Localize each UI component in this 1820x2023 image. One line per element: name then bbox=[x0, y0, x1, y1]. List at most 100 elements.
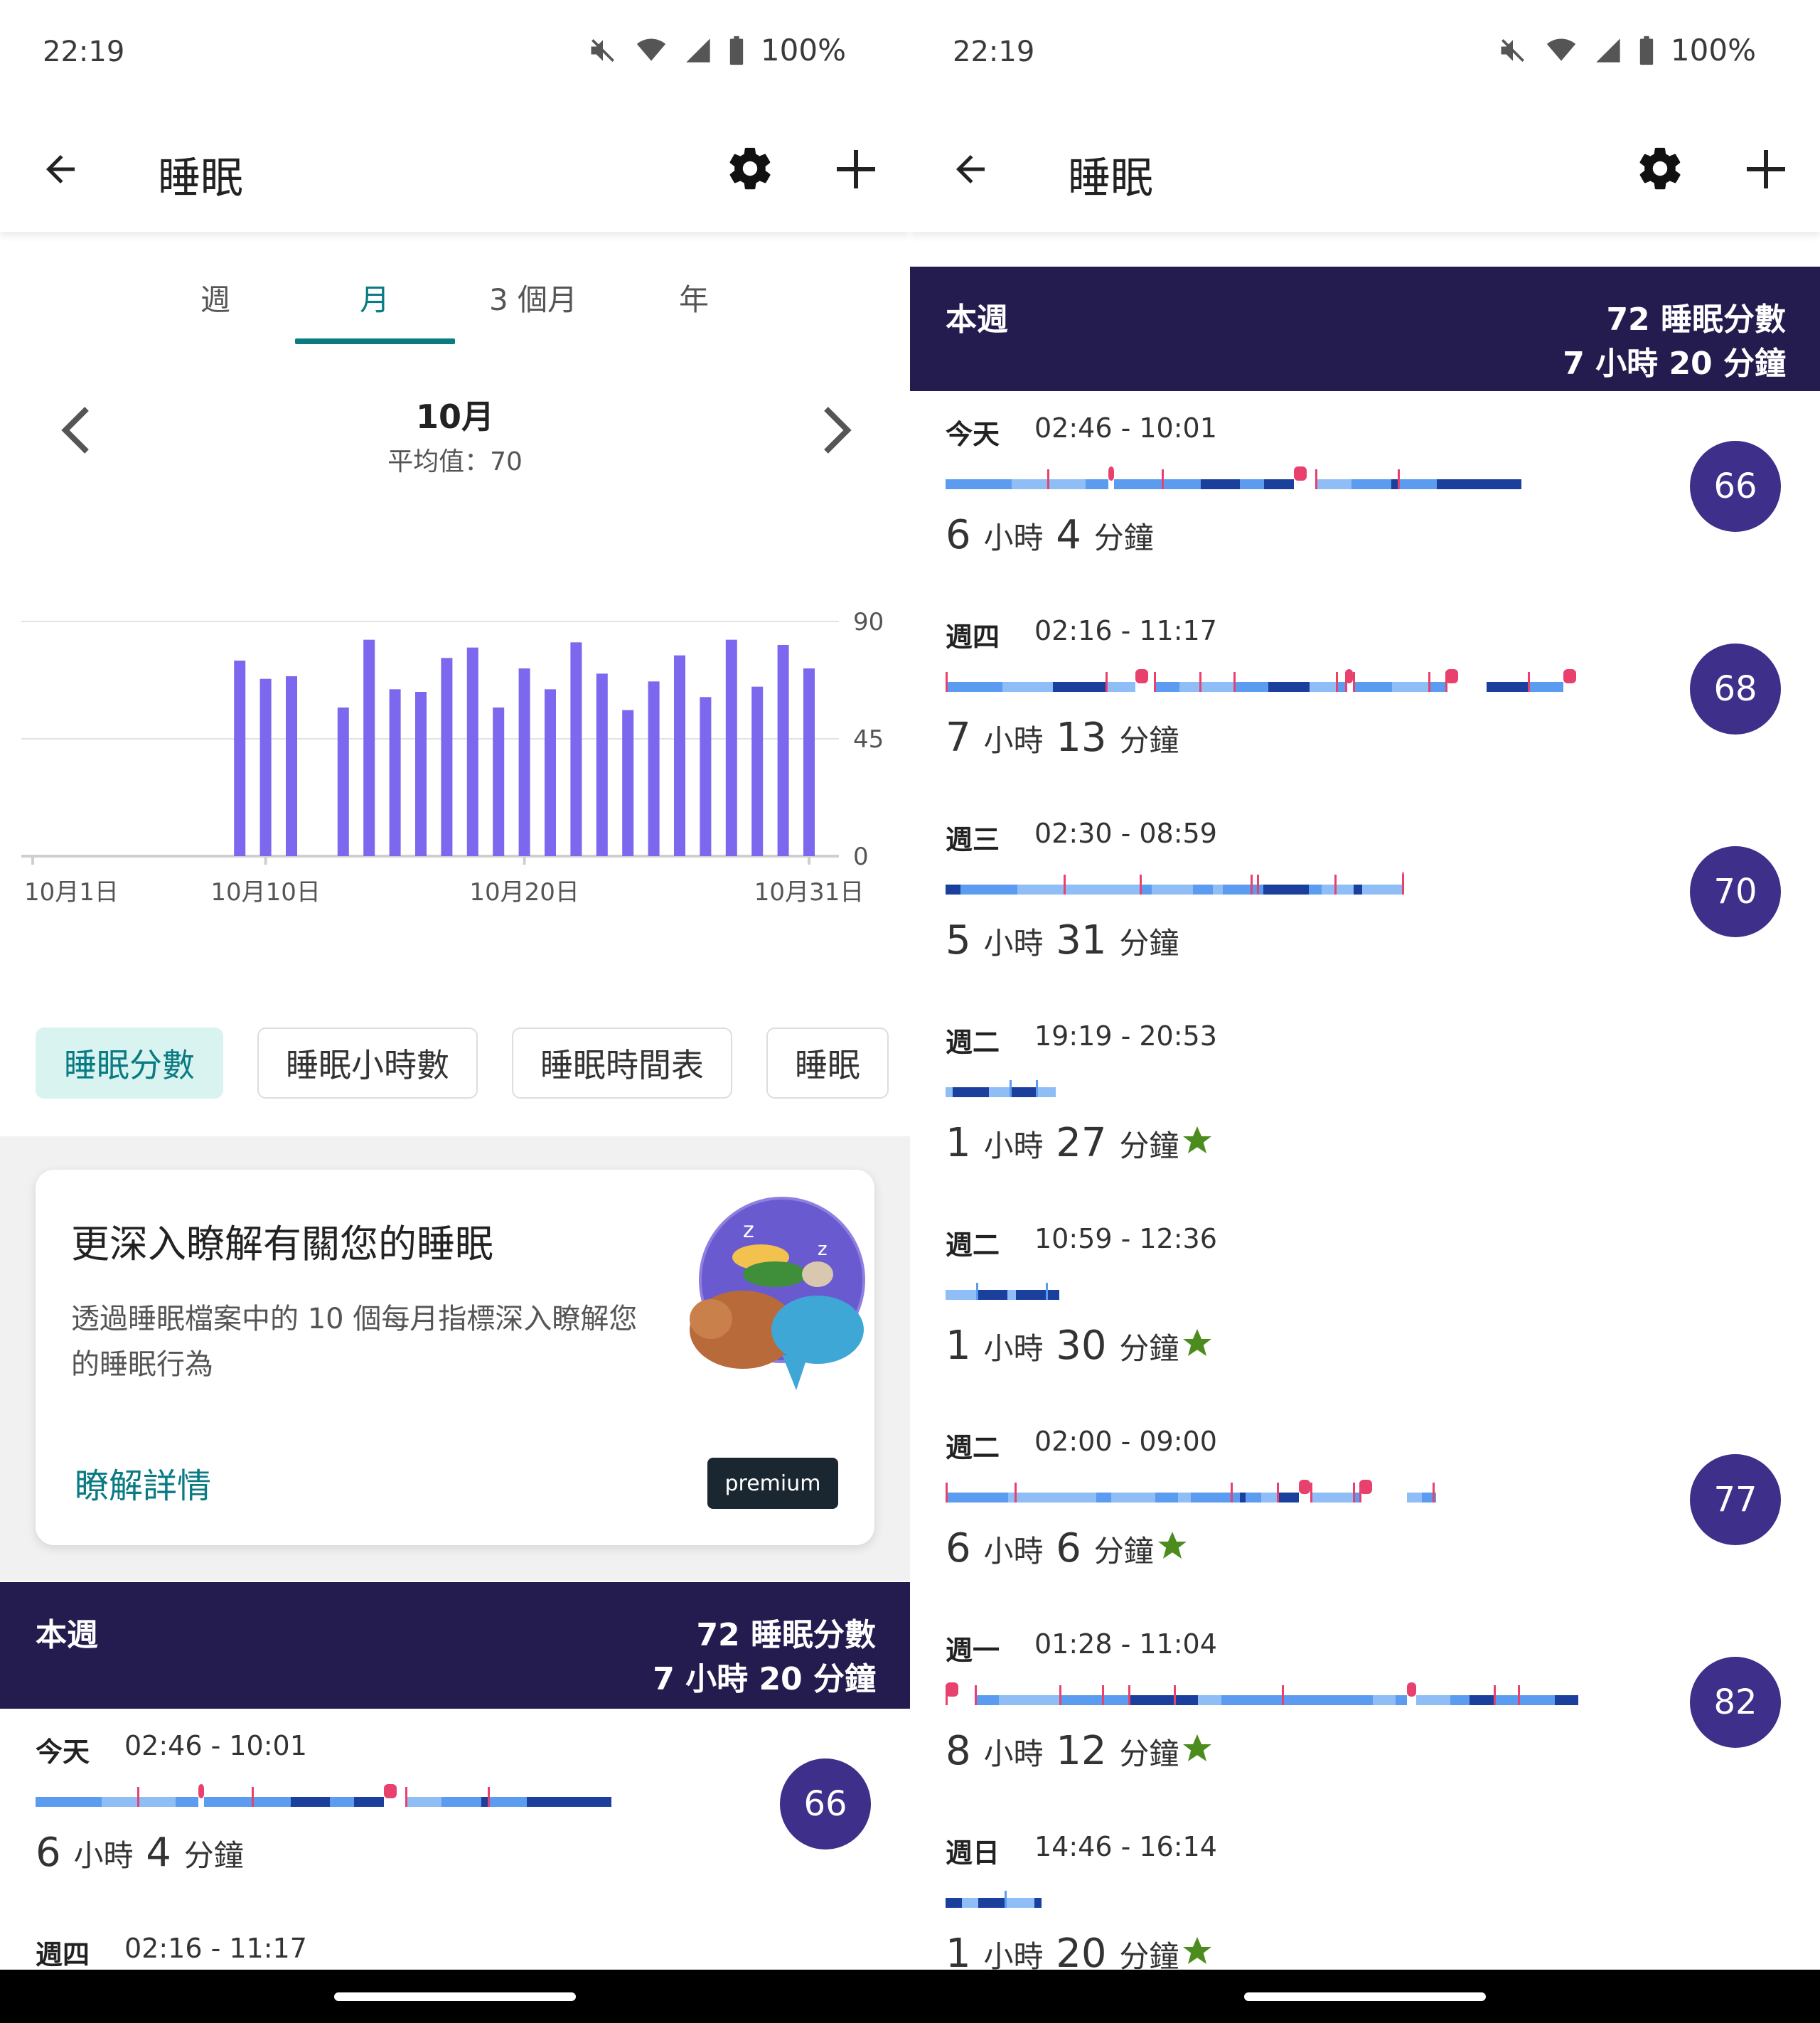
rem-sleep-segment bbox=[946, 1290, 976, 1300]
rem-sleep-segment bbox=[1213, 885, 1223, 895]
home-gesture-pill[interactable] bbox=[334, 1992, 576, 2001]
system-nav-bar bbox=[0, 1970, 1820, 2023]
chart-bar[interactable] bbox=[441, 658, 453, 856]
deep-sleep-segment bbox=[1268, 682, 1310, 692]
light-sleep-segment bbox=[1238, 1695, 1263, 1705]
sleep-entry[interactable]: 週四 02:16 - 11:17 7 小時 13 分鐘 68 bbox=[910, 594, 1820, 799]
active-tab-indicator bbox=[295, 338, 455, 344]
entry-time-range: 19:19 - 20:53 bbox=[1034, 1020, 1217, 1052]
cell-signal-icon bbox=[1596, 38, 1620, 63]
stage-tick bbox=[1059, 1685, 1061, 1705]
chevron-right-icon[interactable] bbox=[819, 405, 855, 455]
light-sleep-segment bbox=[1428, 682, 1445, 692]
gear-icon[interactable] bbox=[1635, 144, 1685, 193]
stage-tick bbox=[1334, 875, 1337, 895]
sleeping-animals-illustration: z z bbox=[690, 1197, 865, 1390]
chip-sleep-schedule[interactable]: 睡眠時間表 bbox=[512, 1027, 732, 1099]
light-sleep-segment bbox=[1102, 1695, 1128, 1705]
chart-bar[interactable] bbox=[415, 692, 427, 856]
rem-sleep-segment bbox=[1315, 479, 1351, 489]
stage-tick bbox=[1528, 672, 1530, 692]
chart-bar[interactable] bbox=[700, 697, 712, 856]
gear-icon[interactable] bbox=[725, 144, 775, 193]
rem-sleep-segment bbox=[1199, 682, 1233, 692]
deep-sleep-segment bbox=[1128, 1695, 1174, 1705]
chart-bar[interactable] bbox=[545, 689, 556, 856]
deep-sleep-segment bbox=[365, 1797, 384, 1807]
chart-bar[interactable] bbox=[725, 639, 737, 856]
light-sleep-segment bbox=[974, 479, 1012, 489]
chart-bar[interactable] bbox=[648, 681, 660, 856]
deep-sleep-segment bbox=[1277, 1493, 1299, 1502]
sleep-score-badge: 66 bbox=[1690, 441, 1781, 532]
chart-bar[interactable] bbox=[596, 673, 608, 856]
entry-duration: 5 小時 31 分鐘 bbox=[946, 917, 1179, 964]
tab-3-months[interactable]: 3 個月 bbox=[455, 276, 611, 319]
back-arrow-icon[interactable] bbox=[39, 148, 82, 191]
chart-bar[interactable] bbox=[337, 708, 349, 856]
deep-sleep-segment bbox=[481, 1797, 488, 1807]
awake-segment bbox=[1299, 1480, 1310, 1494]
chart-bar[interactable] bbox=[777, 645, 789, 856]
tab-week[interactable]: 週 bbox=[137, 276, 294, 319]
learn-more-link[interactable]: 瞭解詳情 bbox=[75, 1458, 211, 1507]
deep-sleep-segment bbox=[1487, 682, 1528, 692]
sleep-score-badge: 82 bbox=[1690, 1657, 1781, 1748]
deep-sleep-segment bbox=[1053, 682, 1081, 692]
sleep-entry[interactable]: 週二 02:00 - 09:00 6 小時 6 分鐘 77 bbox=[910, 1404, 1820, 1609]
sleep-stages-bar bbox=[946, 669, 1576, 692]
chart-bar[interactable] bbox=[286, 676, 297, 856]
chart-bar[interactable] bbox=[622, 710, 634, 856]
this-week-header: 本週 72 睡眠分數 7 小時 20 分鐘 bbox=[910, 267, 1820, 393]
sleep-entry[interactable]: 今天 02:46 - 10:01 6 小時 4 分鐘 66 bbox=[0, 1709, 910, 1913]
home-gesture-pill[interactable] bbox=[1244, 1992, 1486, 2001]
tab-year[interactable]: 年 bbox=[616, 276, 772, 319]
star-icon bbox=[1183, 1937, 1212, 1964]
chart-bar[interactable] bbox=[234, 661, 246, 856]
chart-bar[interactable] bbox=[259, 678, 272, 856]
chip-sleep-score[interactable]: 睡眠分數 bbox=[36, 1027, 223, 1099]
stage-tick bbox=[946, 1483, 948, 1502]
light-sleep-segment bbox=[1309, 885, 1322, 895]
stage-tick bbox=[1518, 1685, 1520, 1705]
chart-bar[interactable] bbox=[751, 686, 764, 856]
chart-bar[interactable] bbox=[803, 668, 815, 856]
sleep-entry[interactable]: 週二 10:59 - 12:36 1 小時 30 分鐘 bbox=[910, 1202, 1820, 1407]
add-icon[interactable] bbox=[830, 144, 882, 195]
chart-bar[interactable] bbox=[389, 689, 401, 856]
add-icon[interactable] bbox=[1740, 144, 1792, 195]
sleep-entry[interactable]: 週一 01:28 - 11:04 8 小時 12 分鐘 82 bbox=[910, 1607, 1820, 1812]
entry-time-range: 02:30 - 08:59 bbox=[1034, 818, 1217, 849]
chip-sleep-hours[interactable]: 睡眠小時數 bbox=[257, 1027, 478, 1099]
tab-month[interactable]: 月 bbox=[296, 276, 453, 319]
chart-bar[interactable] bbox=[674, 655, 685, 856]
stage-tick bbox=[1402, 875, 1404, 895]
deep-sleep-segment bbox=[1264, 479, 1275, 489]
light-sleep-segment bbox=[953, 1087, 975, 1097]
light-sleep-segment bbox=[330, 1797, 354, 1807]
entry-time-range: 01:28 - 11:04 bbox=[1034, 1628, 1217, 1660]
awake-segment bbox=[198, 1784, 204, 1798]
chart-bar[interactable] bbox=[493, 708, 505, 856]
chart-bar[interactable] bbox=[466, 647, 478, 856]
sleep-score-badge: 77 bbox=[1690, 1454, 1781, 1545]
status-bar: 22:19 100% bbox=[910, 0, 1820, 107]
light-sleep-segment bbox=[1155, 1493, 1178, 1502]
deep-sleep-segment bbox=[1263, 885, 1309, 895]
rem-sleep-segment bbox=[137, 1797, 176, 1807]
stage-tick bbox=[1336, 672, 1338, 692]
light-sleep-segment bbox=[994, 885, 1017, 895]
sleep-entry[interactable]: 今天 02:46 - 10:01 6 小時 4 分鐘 66 bbox=[910, 391, 1820, 596]
chip-sleep-more[interactable]: 睡眠 bbox=[766, 1027, 889, 1099]
chart-bar[interactable] bbox=[363, 639, 375, 856]
rem-sleep-segment bbox=[962, 1898, 978, 1908]
light-sleep-segment bbox=[1191, 1493, 1221, 1502]
sleep-entry[interactable]: 週三 02:30 - 08:59 5 小時 31 分鐘 70 bbox=[910, 796, 1820, 1001]
chart-bar[interactable] bbox=[570, 642, 582, 856]
star-icon bbox=[1157, 1532, 1187, 1559]
back-arrow-icon[interactable] bbox=[949, 148, 992, 191]
rem-sleep-segment bbox=[1050, 1493, 1096, 1502]
awake-segment bbox=[1135, 669, 1148, 683]
chart-bar[interactable] bbox=[518, 668, 530, 856]
sleep-entry[interactable]: 週二 19:19 - 20:53 1 小時 27 分鐘 bbox=[910, 999, 1820, 1204]
